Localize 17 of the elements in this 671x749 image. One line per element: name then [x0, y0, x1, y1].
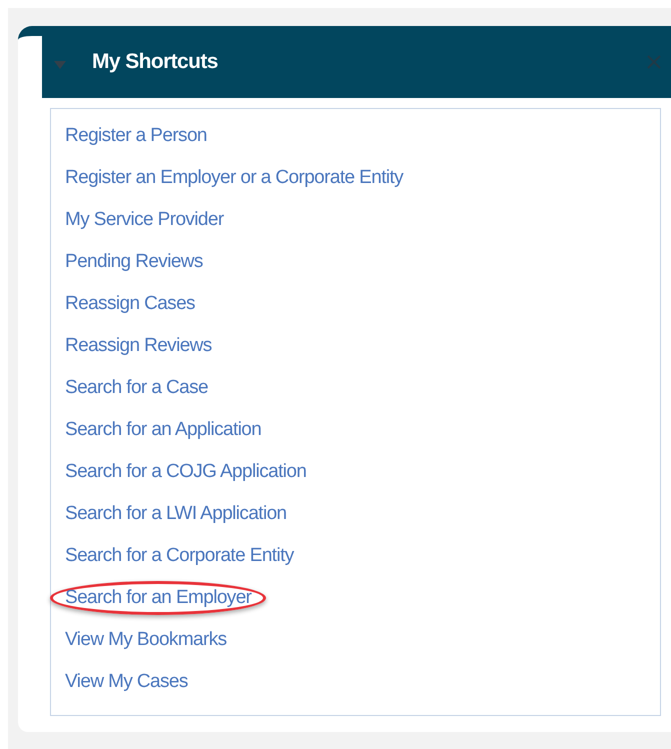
panel-title: My Shortcuts: [92, 50, 219, 74]
shortcut-link[interactable]: View My Bookmarks: [56, 623, 236, 657]
shortcut-link[interactable]: My Service Provider: [56, 203, 233, 237]
shortcut-link[interactable]: Search for a Corporate Entity: [56, 539, 303, 573]
shortcut-link[interactable]: Reassign Reviews: [56, 329, 221, 363]
shortcut-link[interactable]: Search for an Employer: [50, 581, 266, 615]
shortcut-link[interactable]: Search for a COJG Application: [56, 455, 316, 489]
shortcut-link[interactable]: Reassign Cases: [56, 287, 204, 321]
shortcut-link[interactable]: Register an Employer or a Corporate Entity: [56, 161, 412, 195]
shortcut-link[interactable]: View My Cases: [56, 665, 197, 699]
shortcut-link[interactable]: Search for a Case: [56, 371, 217, 405]
shortcut-link[interactable]: Search for a LWI Application: [56, 497, 296, 531]
shortcut-link[interactable]: Register a Person: [56, 119, 216, 153]
shortcut-link[interactable]: Pending Reviews: [56, 245, 212, 279]
caret-icon[interactable]: [54, 61, 66, 69]
close-icon[interactable]: [647, 55, 661, 69]
shortcut-link[interactable]: Search for an Application: [56, 413, 270, 447]
